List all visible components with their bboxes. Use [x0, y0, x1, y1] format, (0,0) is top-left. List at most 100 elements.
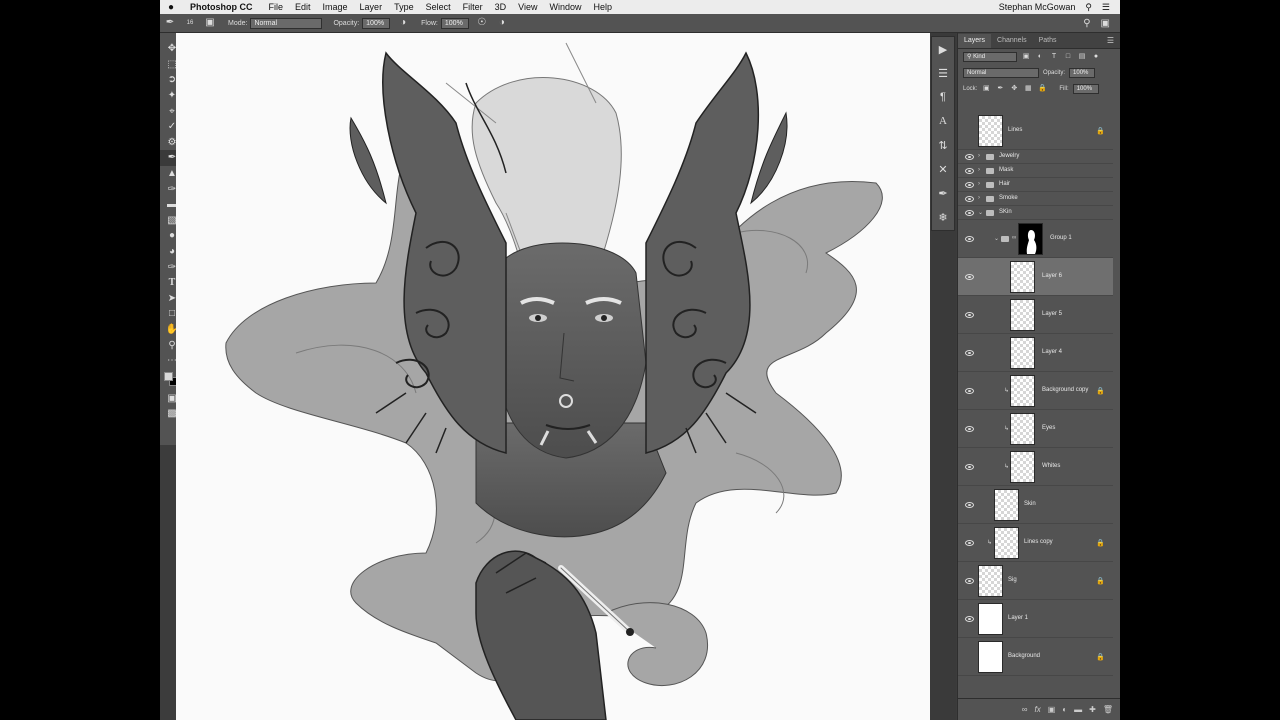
menu-select[interactable]: Select — [426, 2, 451, 12]
mode-select[interactable]: Normal — [250, 17, 323, 29]
notification-list-icon[interactable]: ☰ — [1102, 2, 1110, 13]
visibility-eye-icon[interactable] — [965, 235, 974, 242]
tools-presets-icon[interactable]: ✕ — [932, 157, 954, 181]
blend-mode-select[interactable]: Normal — [963, 68, 1039, 78]
character-icon[interactable]: A — [932, 109, 954, 133]
visibility-eye-icon[interactable] — [965, 387, 974, 394]
visibility-eye-icon[interactable] — [965, 501, 974, 508]
collapse-arrow-icon[interactable]: ⌄ — [978, 209, 983, 216]
tab-layers[interactable]: Layers — [958, 34, 992, 48]
layer-row-background-copy[interactable]: ↳ Background copy 🔒 — [958, 372, 1113, 410]
filter-smart-icon[interactable]: ▤ — [1077, 52, 1087, 62]
lock-pixels-icon[interactable]: ✒ — [995, 84, 1005, 94]
filter-type-icon[interactable]: T — [1049, 52, 1059, 62]
fx-icon[interactable]: fx — [1035, 705, 1041, 714]
panel-menu-icon[interactable]: ☰ — [1107, 34, 1120, 48]
brush-preset-icon[interactable]: ✒ — [163, 16, 177, 30]
visibility-eye-icon[interactable] — [965, 181, 974, 188]
expand-arrow-icon[interactable]: › — [978, 195, 980, 201]
lock-position-icon[interactable]: ✥ — [1009, 84, 1019, 94]
adjustment-layer-icon[interactable]: ◐ — [1062, 705, 1067, 714]
search-icon[interactable]: ⚲ — [1083, 18, 1090, 29]
group-row-jewelry[interactable]: › Jewelry — [958, 150, 1113, 164]
filter-kind-select[interactable]: ⚲ Kind — [963, 52, 1017, 62]
group-row-group-1[interactable]: ⌄ ∞ Group 1 — [958, 220, 1113, 258]
user-name[interactable]: Stephan McGowan — [999, 2, 1076, 12]
layer-row-layer-1[interactable]: Layer 1 — [958, 600, 1113, 638]
group-row-skin[interactable]: ⌄ SKin — [958, 206, 1113, 220]
workspace-icon[interactable]: ▣ — [1101, 18, 1110, 29]
pressure-size-icon[interactable]: ◑ — [495, 16, 509, 30]
menu-layer[interactable]: Layer — [360, 2, 383, 12]
trash-icon[interactable]: 🗑 — [1103, 705, 1113, 714]
visibility-eye-icon[interactable] — [965, 463, 974, 470]
menu-file[interactable]: File — [269, 2, 284, 12]
menu-filter[interactable]: Filter — [463, 2, 483, 12]
filter-adjustment-icon[interactable]: ◐ — [1035, 52, 1045, 62]
visibility-eye-icon[interactable] — [965, 615, 974, 622]
pressure-opacity-icon[interactable]: ◑ — [396, 16, 410, 30]
filter-pixel-icon[interactable]: ▣ — [1021, 52, 1031, 62]
layer-row-sig[interactable]: Sig 🔒 — [958, 562, 1113, 600]
group-row-hair[interactable]: › Hair — [958, 178, 1113, 192]
layer-row-lines[interactable]: Lines 🔒 — [958, 112, 1113, 150]
menu-type[interactable]: Type — [394, 2, 414, 12]
menu-help[interactable]: Help — [593, 2, 612, 12]
visibility-eye-icon[interactable] — [965, 153, 974, 160]
opacity-field[interactable]: 100% — [362, 17, 391, 29]
expand-arrow-icon[interactable]: › — [978, 167, 980, 173]
visibility-eye-icon[interactable] — [965, 425, 974, 432]
lock-all-icon[interactable]: 🔒 — [1037, 84, 1047, 94]
layer-row-lines-copy[interactable]: ↳ Lines copy 🔒 — [958, 524, 1113, 562]
visibility-eye-icon[interactable] — [965, 273, 974, 280]
layer-row-eyes[interactable]: ↳ Eyes — [958, 410, 1113, 448]
expand-arrow-icon[interactable]: › — [978, 153, 980, 159]
flow-field[interactable]: 100% — [440, 17, 469, 29]
visibility-eye-icon[interactable] — [965, 539, 974, 546]
layer-mask-thumbnail[interactable] — [1018, 222, 1043, 255]
menu-image[interactable]: Image — [323, 2, 348, 12]
apple-icon[interactable]: ● — [160, 2, 182, 13]
visibility-eye-icon[interactable] — [965, 311, 974, 318]
document-canvas[interactable] — [176, 33, 930, 720]
menu-3d[interactable]: 3D — [495, 2, 507, 12]
visibility-eye-icon[interactable] — [965, 167, 974, 174]
lock-artboard-icon[interactable]: ▦ — [1023, 84, 1033, 94]
visibility-eye-icon[interactable] — [965, 195, 974, 202]
expand-arrow-icon[interactable]: › — [978, 181, 980, 187]
new-group-icon[interactable]: ▬ — [1074, 705, 1082, 714]
layer-row-layer-5[interactable]: Layer 5 — [958, 296, 1113, 334]
snowflake-icon[interactable]: ❄ — [932, 205, 954, 229]
visibility-eye-icon[interactable] — [965, 209, 974, 216]
filter-toggle-icon[interactable]: ● — [1091, 52, 1101, 62]
layer-row-layer-4[interactable]: Layer 4 — [958, 334, 1113, 372]
layer-row-skin[interactable]: Skin — [958, 486, 1113, 524]
new-layer-icon[interactable]: ✚ — [1089, 705, 1096, 714]
tab-paths[interactable]: Paths — [1033, 34, 1063, 48]
layer-row-whites[interactable]: ↳ Whites — [958, 448, 1113, 486]
menu-window[interactable]: Window — [549, 2, 581, 12]
properties-icon[interactable]: ☰ — [932, 61, 954, 85]
visibility-eye-icon[interactable] — [965, 349, 974, 356]
group-row-mask[interactable]: › Mask — [958, 164, 1113, 178]
menu-view[interactable]: View — [518, 2, 537, 12]
brush-settings-icon[interactable]: ✒ — [932, 181, 954, 205]
layer-row-background[interactable]: Background 🔒 — [958, 638, 1113, 676]
menu-edit[interactable]: Edit — [295, 2, 311, 12]
play-actions-icon[interactable]: ▶ — [932, 37, 954, 61]
airbrush-icon[interactable]: ☉ — [475, 16, 489, 30]
add-mask-icon[interactable]: ▣ — [1048, 705, 1056, 714]
link-layers-icon[interactable]: ∞ — [1022, 705, 1028, 714]
layer-row-layer-6[interactable]: Layer 6 — [958, 258, 1113, 296]
foreground-color[interactable] — [164, 372, 173, 382]
app-name[interactable]: Photoshop CC — [190, 2, 253, 12]
filter-shape-icon[interactable]: □ — [1063, 52, 1073, 62]
tab-channels[interactable]: Channels — [991, 34, 1033, 48]
layer-opacity-field[interactable]: 100% — [1069, 68, 1096, 78]
fill-field[interactable]: 100% — [1072, 84, 1099, 94]
paragraph-icon[interactable]: ¶ — [932, 85, 954, 109]
brush-size-picker[interactable]: 16 — [183, 16, 197, 30]
spotlight-search-icon[interactable]: ⚲ — [1085, 2, 1092, 13]
adjustments-icon[interactable]: ⇅ — [932, 133, 954, 157]
brush-panel-icon[interactable]: ▣ — [203, 16, 217, 30]
